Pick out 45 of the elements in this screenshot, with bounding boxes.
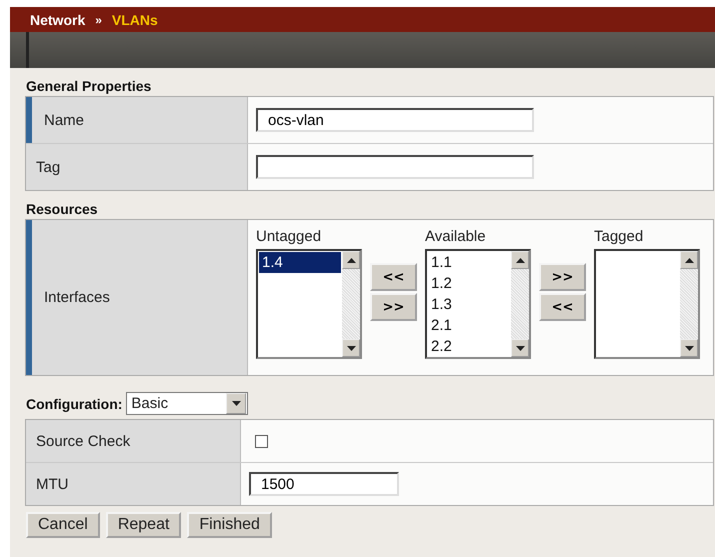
action-button[interactable]: Finished [187, 512, 272, 538]
up-arrow-icon [346, 258, 356, 262]
field-label: MTU [26, 463, 241, 505]
scrollbar[interactable] [680, 251, 698, 357]
breadcrumb-link[interactable]: Network [30, 12, 86, 28]
field-label: Interfaces [26, 220, 248, 375]
list-item[interactable]: 2.2 [428, 336, 510, 357]
section-title: Resources [25, 200, 99, 219]
up-arrow-icon [684, 258, 694, 262]
list-title: Untagged [256, 228, 322, 245]
breadcrumb-separator: » [95, 12, 102, 26]
text-field[interactable] [256, 155, 534, 179]
field-label: Source Check [26, 420, 241, 462]
text-field[interactable]: ocs-vlan [256, 108, 534, 132]
list-item[interactable]: 1.2 [428, 273, 510, 294]
text-field[interactable]: 1500 [249, 472, 399, 496]
list-box[interactable]: 1.4 [256, 249, 362, 359]
list-title: Tagged [594, 228, 644, 245]
list-title: Available [425, 228, 487, 245]
down-arrow-icon [516, 346, 524, 350]
checkbox[interactable] [255, 434, 268, 448]
move-button[interactable]: << [539, 293, 586, 321]
configuration-dropdown[interactable]: Basic [126, 392, 248, 415]
list-box[interactable]: 1.1 1.2 1.3 2.1 2.2 [425, 249, 531, 359]
breadcrumb-current: VLANs [112, 12, 158, 28]
down-arrow-icon [346, 346, 356, 350]
down-arrow-icon [684, 346, 694, 350]
field-label: Name [26, 97, 248, 143]
dropdown-arrow-icon [232, 401, 241, 406]
list-box[interactable] [594, 249, 700, 359]
list-item[interactable]: 1.4 [259, 252, 341, 273]
action-button[interactable]: Repeat [106, 512, 182, 538]
list-item[interactable]: 1.1 [428, 252, 510, 273]
section-title: General Properties [25, 77, 152, 96]
action-button[interactable]: Cancel [26, 512, 100, 538]
move-button[interactable]: << [370, 263, 417, 291]
scrollbar[interactable] [342, 251, 360, 357]
scrollbar[interactable] [511, 251, 529, 357]
up-arrow-icon [516, 258, 524, 262]
field-label: Tag [26, 144, 248, 190]
move-button[interactable]: >> [539, 263, 586, 291]
list-item[interactable]: 1.3 [428, 294, 510, 315]
configuration-label: Configuration: [26, 396, 122, 412]
list-item[interactable]: 2.1 [428, 315, 510, 336]
move-button[interactable]: >> [370, 293, 417, 321]
